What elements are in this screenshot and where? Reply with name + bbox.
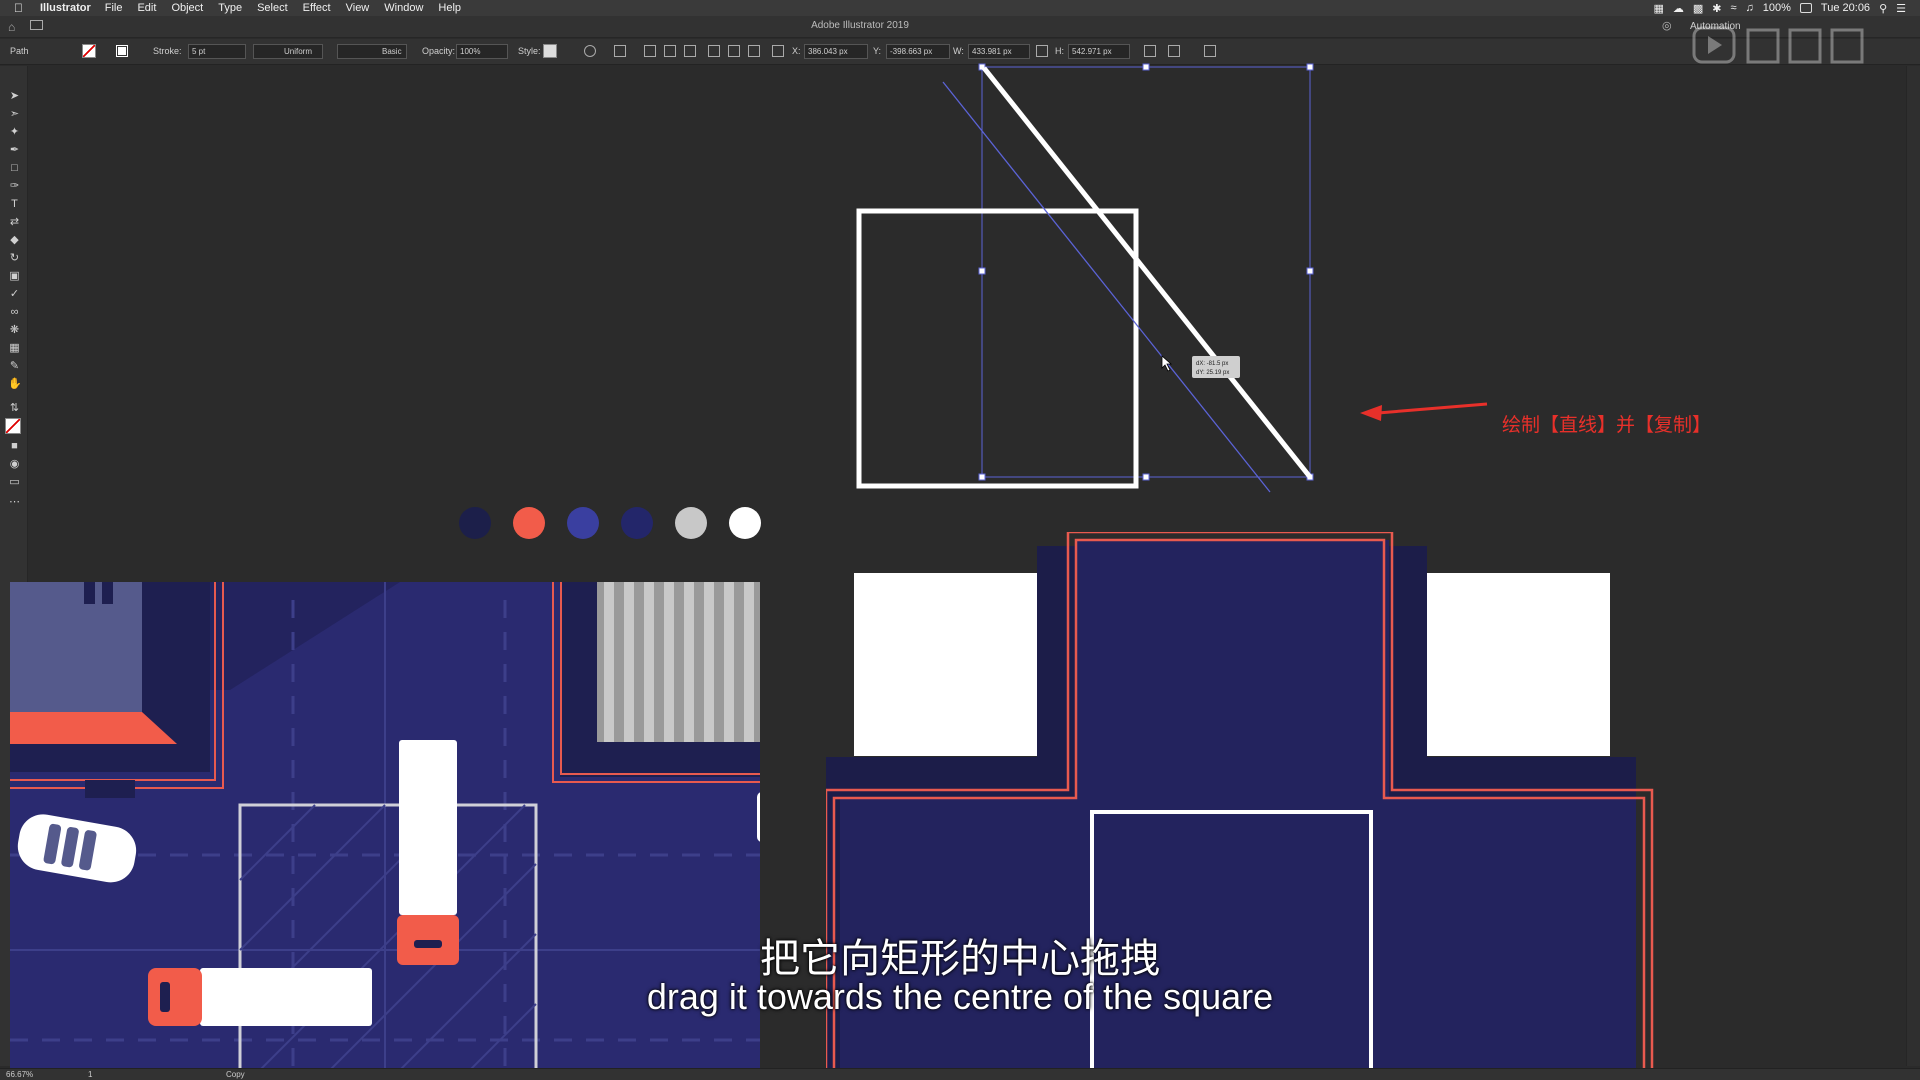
- mouse-cursor-icon: [1161, 355, 1173, 372]
- square-outline[interactable]: [856, 208, 1139, 489]
- zoom-level[interactable]: 66.67%: [6, 1070, 33, 1079]
- artboard-canvas[interactable]: dX: -81.5 px dY: 25.19 px: [0, 0, 1920, 1080]
- color-palette: [459, 507, 761, 539]
- annotation-label: 绘制【直线】并【复制】: [1502, 414, 1712, 436]
- subtitle-english: drag it towards the centre of the square: [646, 976, 1274, 1017]
- status-mode[interactable]: Copy: [226, 1070, 245, 1079]
- swatch-coral[interactable]: [513, 507, 545, 539]
- annotation-arrow: [1360, 402, 1488, 421]
- swatch-navy[interactable]: [621, 507, 653, 539]
- watermark-logo: [1692, 26, 1864, 64]
- white-diagonal-line[interactable]: [982, 66, 1312, 479]
- swatch-blue[interactable]: [567, 507, 599, 539]
- drag-tooltip: dX: -81.5 px dY: 25.19 px: [1192, 356, 1240, 378]
- drag-tooltip-dx: dX: -81.5 px: [1196, 361, 1228, 367]
- swatch-dark-navy[interactable]: [459, 507, 491, 539]
- swatch-white[interactable]: [729, 507, 761, 539]
- status-bar: 66.67% 1 Copy: [0, 1068, 1920, 1080]
- artboard-navigator[interactable]: 1: [88, 1070, 92, 1079]
- drag-tooltip-dy: dY: 25.19 px: [1196, 370, 1229, 376]
- drag-preview-line: [942, 81, 1271, 493]
- swatch-light-gray[interactable]: [675, 507, 707, 539]
